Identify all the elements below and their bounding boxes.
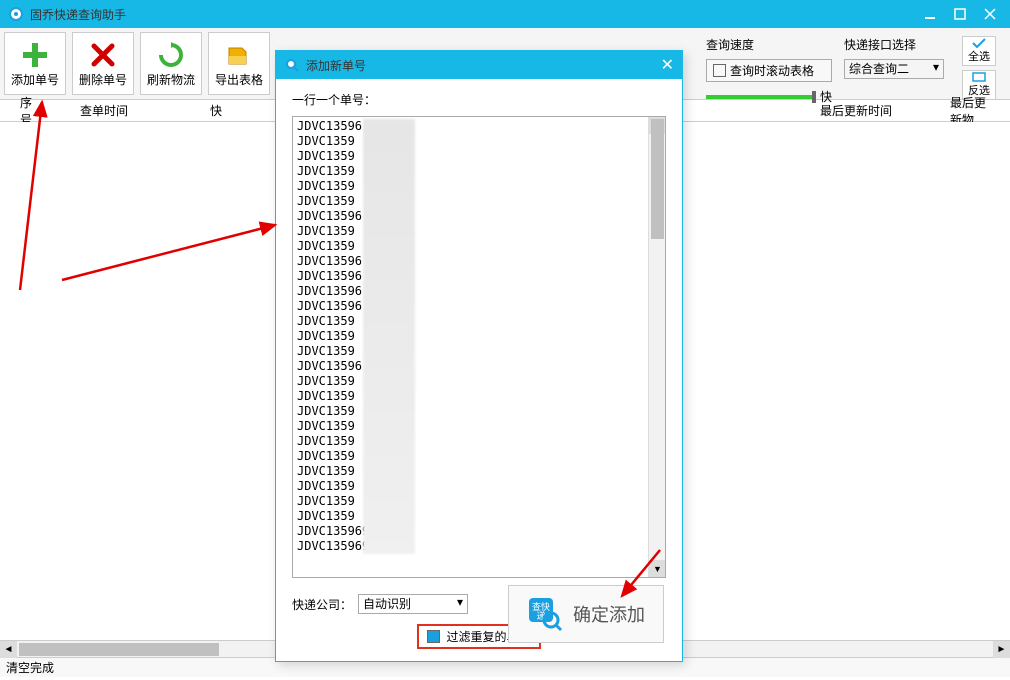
- dialog-instruction: 一行一个单号：: [292, 91, 666, 108]
- title-bar: 固乔快递查询助手: [0, 0, 1010, 28]
- app-icon: [8, 6, 24, 22]
- scroll-left-icon[interactable]: ◄: [0, 641, 17, 658]
- confirm-label: 确定添加: [573, 601, 645, 627]
- chevron-down-icon: ▾: [933, 60, 939, 74]
- refresh-label: 刷新物流: [147, 71, 195, 88]
- delete-icon: [90, 39, 116, 71]
- delete-tracking-button[interactable]: 删除单号: [72, 32, 134, 95]
- status-text: 清空完成: [6, 659, 54, 676]
- api-title: 快递接口选择: [844, 36, 944, 53]
- scroll-down-icon[interactable]: ▼: [649, 560, 666, 577]
- search-express-icon: 查快递: [527, 596, 563, 632]
- minimize-button[interactable]: [918, 4, 942, 24]
- scroll-label: 查询时滚动表格: [730, 62, 814, 79]
- redacted-area: [363, 119, 415, 554]
- plus-icon: [21, 39, 49, 71]
- vscrollbar-thumb[interactable]: [651, 119, 664, 239]
- app-title: 固乔快递查询助手: [30, 6, 912, 23]
- col-check-time[interactable]: 查单时间: [60, 100, 190, 121]
- company-selected: 自动识别: [363, 597, 411, 611]
- export-label: 导出表格: [215, 71, 263, 88]
- company-select[interactable]: 自动识别 ▾: [358, 594, 468, 614]
- select-all-label: 全选: [968, 48, 990, 64]
- scroll-while-query-checkbox[interactable]: 查询时滚动表格: [706, 59, 832, 82]
- delete-label: 删除单号: [79, 71, 127, 88]
- search-icon: [284, 57, 300, 73]
- add-tracking-button[interactable]: 添加单号: [4, 32, 66, 95]
- maximize-button[interactable]: [948, 4, 972, 24]
- confirm-add-button[interactable]: 查快递 确定添加: [508, 585, 664, 643]
- col-seq[interactable]: 序号: [0, 100, 60, 121]
- add-tracking-dialog: 添加新单号 ✕ 一行一个单号： JDVC13596 JDVC1359 JDVC1…: [275, 50, 683, 662]
- vertical-scrollbar[interactable]: ▲ ▼: [648, 117, 665, 577]
- dialog-title: 添加新单号: [306, 57, 661, 74]
- dialog-title-bar: 添加新单号 ✕: [276, 51, 682, 79]
- export-button[interactable]: 导出表格: [208, 32, 270, 95]
- add-label: 添加单号: [11, 71, 59, 88]
- col-last-update-time[interactable]: 最后更新时间: [800, 100, 930, 121]
- refresh-icon: [158, 39, 184, 71]
- scrollbar-thumb[interactable]: [19, 643, 219, 656]
- api-selected-value: 综合查询二: [849, 62, 909, 76]
- export-icon: [226, 39, 252, 71]
- checkbox-icon: [713, 64, 726, 77]
- select-all-button[interactable]: 全选: [962, 36, 996, 66]
- invert-icon: [972, 72, 986, 82]
- tracking-textarea[interactable]: JDVC13596 JDVC1359 JDVC1359 JDVC1359 JDV…: [292, 116, 666, 578]
- chevron-down-icon: ▾: [457, 595, 463, 609]
- speed-slider[interactable]: [706, 95, 816, 99]
- scroll-right-icon[interactable]: ►: [993, 641, 1010, 658]
- check-icon: [972, 38, 986, 48]
- col-last-update-info[interactable]: 最后更新物: [930, 100, 1010, 121]
- dialog-close-button[interactable]: ✕: [661, 55, 674, 75]
- company-label: 快递公司：: [292, 596, 352, 613]
- tracking-textarea-content: JDVC13596 JDVC1359 JDVC1359 JDVC1359 JDV…: [293, 117, 648, 577]
- col-express[interactable]: 快: [190, 100, 280, 121]
- api-select[interactable]: 综合查询二 ▾: [844, 59, 944, 79]
- close-button[interactable]: [978, 4, 1002, 24]
- refresh-button[interactable]: 刷新物流: [140, 32, 202, 95]
- checkbox-icon: [427, 630, 440, 643]
- speed-title: 查询速度: [706, 36, 832, 53]
